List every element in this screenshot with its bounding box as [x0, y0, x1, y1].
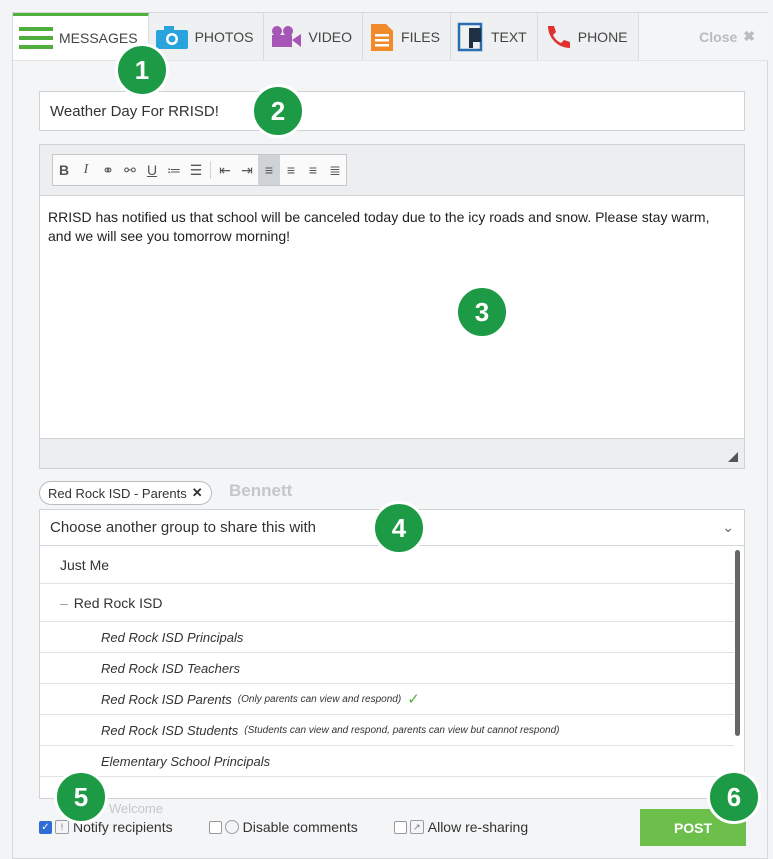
comment-bubble-icon — [224, 820, 239, 834]
share-icon: ↗ — [409, 820, 424, 834]
option-text: Allow re-sharing — [427, 819, 529, 835]
tab-text[interactable]: TEXT — [450, 13, 538, 60]
alert-icon: ! — [55, 820, 69, 834]
tab-video[interactable]: VIDEO — [264, 13, 364, 60]
option-elementary-principals[interactable]: Elementary School Principals — [40, 746, 734, 777]
message-body[interactable]: RRISD has notified us that school will b… — [40, 195, 744, 439]
close-button[interactable]: Close ✖ — [693, 13, 769, 60]
option-label: Red Rock ISD — [73, 594, 163, 611]
notify-checkbox[interactable]: ✓ — [39, 820, 52, 834]
remove-chip-icon[interactable]: ✕ — [192, 485, 203, 501]
option-red-rock-isd[interactable]: – Red Rock ISD — [40, 584, 734, 622]
option-label: Red Rock ISD Teachers — [101, 660, 240, 676]
outdent-icon[interactable]: ⇤ — [214, 155, 236, 185]
phone-icon — [544, 23, 572, 51]
tab-label: TEXT — [490, 28, 527, 45]
align-right-icon[interactable]: ≡ — [302, 155, 324, 185]
disable-comments-option[interactable]: Disable comments — [208, 819, 358, 835]
tab-phone[interactable]: PHONE — [537, 13, 639, 60]
notify-recipients-option[interactable]: ✓ ! Notify recipients — [39, 819, 173, 835]
background-text: Bennett — [229, 481, 293, 500]
callout-badge: 2 — [251, 84, 305, 138]
link-icon[interactable]: ⚭ — [97, 155, 119, 185]
chip-label: Red Rock ISD - Parents — [48, 485, 187, 501]
dropdown-placeholder: Choose another group to share this with — [50, 519, 316, 536]
subject-input[interactable] — [39, 91, 745, 131]
callout-badge: 4 — [372, 501, 426, 555]
tab-label: PHONE — [577, 28, 628, 45]
align-left-icon[interactable]: ≡ — [258, 155, 280, 185]
option-note: (Students can view and respond, parents … — [244, 724, 560, 736]
option-students[interactable]: Red Rock ISD Students (Students can view… — [40, 715, 734, 746]
post-options: ✓ ! Notify recipients Disable comments ↗… — [39, 819, 564, 835]
bullet-list-icon[interactable]: ☰ — [185, 155, 207, 185]
tab-label: VIDEO — [308, 28, 353, 45]
message-editor: B I ⚭ ⚯ U ≔ ☰ ⇤ ⇥ ≡ ≡ ≡ ≣ RRISD has noti… — [39, 144, 745, 469]
group-options: Just Me – Red Rock ISD Red Rock ISD Prin… — [40, 546, 734, 777]
option-label: Red Rock ISD Students — [101, 722, 239, 738]
italic-button[interactable]: I — [75, 155, 97, 185]
option-principals[interactable]: Red Rock ISD Principals — [40, 622, 734, 653]
option-text: Disable comments — [242, 819, 358, 835]
tab-files[interactable]: FILES — [363, 13, 451, 60]
tab-label: FILES — [401, 28, 440, 45]
close-icon: ✖ — [743, 28, 755, 44]
option-label: Just Me — [60, 556, 110, 573]
numbered-list-icon[interactable]: ≔ — [163, 155, 185, 185]
video-camera-icon — [270, 25, 302, 49]
collapse-dash-icon: – — [60, 594, 68, 611]
resize-handle[interactable] — [728, 452, 738, 462]
option-note: (Only parents can view and respond) — [237, 693, 402, 705]
allow-resharing-checkbox[interactable] — [393, 820, 407, 834]
checkmark-icon: ✓ — [407, 691, 420, 708]
option-teachers[interactable]: Red Rock ISD Teachers — [40, 653, 734, 684]
indent-icon[interactable]: ⇥ — [236, 155, 258, 185]
option-parents[interactable]: Red Rock ISD Parents (Only parents can v… — [40, 684, 734, 715]
camera-icon — [155, 24, 189, 50]
unlink-icon[interactable]: ⚯ — [119, 155, 141, 185]
background-text: Welcome — [109, 801, 163, 816]
allow-resharing-option[interactable]: ↗ Allow re-sharing — [393, 819, 529, 835]
underline-button[interactable]: U — [141, 155, 163, 185]
text-document-icon — [457, 22, 485, 52]
tab-label: PHOTOS — [194, 28, 254, 45]
messages-lines-icon — [19, 25, 53, 51]
callout-badge: 1 — [115, 43, 169, 97]
tab-label: MESSAGES — [59, 30, 138, 46]
selected-group-chip: Red Rock ISD - Parents ✕ — [39, 481, 212, 505]
align-justify-icon[interactable]: ≣ — [324, 155, 346, 185]
callout-badge: 5 — [54, 770, 108, 824]
toolbar-divider — [210, 161, 211, 179]
chevron-down-icon: ⌄ — [722, 519, 734, 535]
tab-photos[interactable]: PHOTOS — [148, 13, 265, 60]
option-label: Elementary School Principals — [101, 753, 271, 769]
option-label: Red Rock ISD Parents — [101, 691, 232, 707]
file-icon — [369, 22, 395, 52]
close-label: Close — [699, 28, 738, 45]
bold-button[interactable]: B — [53, 155, 75, 185]
callout-badge: 3 — [455, 285, 509, 339]
callout-badge: 6 — [707, 770, 761, 824]
align-center-icon[interactable]: ≡ — [280, 155, 302, 185]
option-label: Red Rock ISD Principals — [101, 629, 244, 645]
post-composer: MESSAGES PHOTOS VIDEO FILES TEXT PHONE C… — [12, 12, 769, 859]
formatting-toolbar: B I ⚭ ⚯ U ≔ ☰ ⇤ ⇥ ≡ ≡ ≡ ≣ — [52, 154, 347, 186]
disable-comments-checkbox[interactable] — [208, 820, 222, 834]
dropdown-scrollbar[interactable] — [735, 550, 740, 736]
